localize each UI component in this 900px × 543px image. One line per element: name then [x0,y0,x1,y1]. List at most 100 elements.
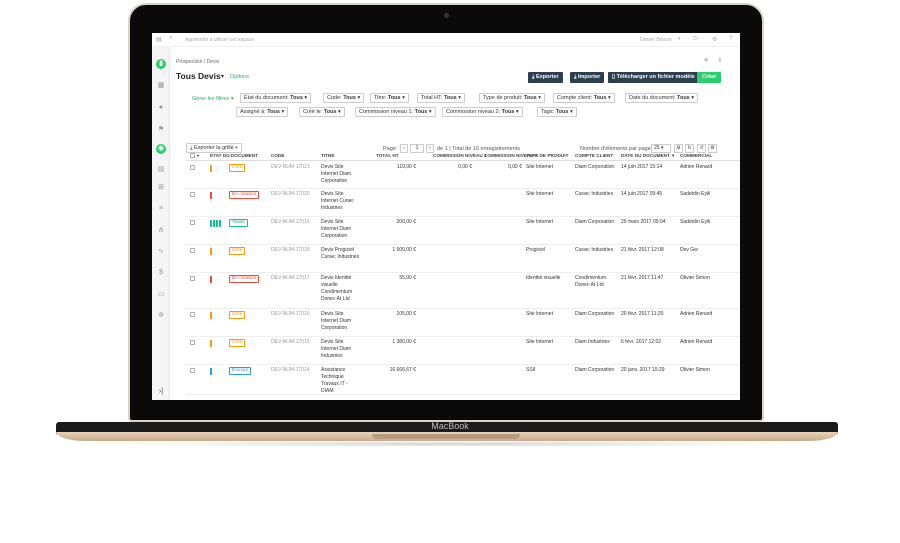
manage-filters-link[interactable]: Gérer les filtres ▾ [192,96,234,102]
title-dropdown-icon[interactable]: ▾ [221,73,224,80]
row-title[interactable]: Devis Site Internet Diam Corporation [321,164,361,185]
chevron-down-icon: ▾ [606,95,611,101]
select-all-checkbox[interactable] [190,153,195,158]
prospection-icon[interactable]: ◉ [156,144,166,154]
row-title[interactable]: Devis Site Internet Curae; Industries [321,191,361,212]
row-checkbox[interactable] [190,312,195,317]
dashboard-icon[interactable]: ▦ [156,81,166,91]
settings-icon[interactable]: ✲ [156,311,166,321]
menu-icon[interactable]: ▤ [156,36,162,43]
column-header[interactable]: DATE DU DOCUMENT [621,153,670,158]
search-icon[interactable]: ⌕ [169,35,172,42]
row-title[interactable]: Devis Identité visuelle Condimentum Done… [321,275,361,303]
filter-11[interactable]: Tags: Tous ▾ [537,107,577,117]
filter-3[interactable]: Total HT: Tous ▾ [417,93,465,103]
filter-1[interactable]: Code: Tous ▾ [323,93,365,103]
laptop-notch [372,434,520,439]
documents-icon[interactable]: ▤ [156,165,166,175]
row-checkbox[interactable] [190,248,195,253]
row-checkbox[interactable] [190,192,195,197]
row-commission-2: 0,00 € [508,164,522,170]
status-badge: Créé [229,339,246,347]
folder-icon[interactable]: ▭ [156,290,166,300]
filter-value: Tous [267,109,280,115]
chevron-down-icon: ▾ [400,95,405,101]
row-title[interactable]: Devis Site Internet Diam Industries [321,339,361,360]
row-title[interactable]: Devis Progiciel Curae; Industries [321,247,361,261]
row-commercial: Adrien Renard [680,164,713,170]
table-row[interactable]: En création DEV-NUM-17020 Devis Site Inter… [186,189,740,217]
filter-7[interactable]: Assigné à: Tous ▾ [236,107,289,117]
status-badge: Validé [229,219,248,227]
column-header[interactable]: CODE [271,153,285,158]
cart-icon[interactable]: ⊞ [156,183,166,193]
row-checkbox[interactable] [190,368,195,373]
table-row[interactable]: En création DEV-NUM-17017 Devis Identité v… [186,273,740,309]
create-button[interactable]: Créer [697,72,722,83]
analytics-icon[interactable]: ∿ [156,247,166,257]
column-header[interactable]: COMMERCIAL [680,153,712,158]
table-row[interactable]: Créé DEV-NUM-17015 Devis Site Internet Dia… [186,337,740,365]
row-title[interactable]: Devis Site Internet Diam Corporation [321,311,361,332]
row-commercial: Adrien Renard [680,339,713,345]
table-row[interactable]: Créé DEV-NUM-17016 Devis Site Internet Dia… [186,309,740,337]
column-header[interactable]: COMMISSION NIVEAU 1 [433,153,487,158]
row-client: Diam Corporation [575,311,615,317]
row-checkbox[interactable] [190,340,195,345]
table-row[interactable]: Créé DEV-NUM-17021 Devis Site Internet Dia… [186,162,740,189]
status-indicator [210,220,212,227]
user-menu[interactable]: Génier Binson [640,37,672,43]
row-client: Diam Industries [575,339,610,345]
filter-8[interactable]: Créé le: Tous ▾ [299,107,345,117]
row-checkbox[interactable] [190,165,195,170]
filter-name: Total HT: [421,95,443,101]
top-bar: ▤ ⌕ Apprendre à utiliser cet espace Géni… [152,33,740,47]
org-chart-icon[interactable]: ⋔ [156,226,166,236]
import-button[interactable]: ⤓ Importer [570,72,605,83]
power-icon[interactable]: ⏻ [693,36,698,43]
row-checkbox[interactable] [190,276,195,281]
chevron-down-icon: ▾ [427,109,432,115]
table-row[interactable]: Envoyé DEV-NUM-17014 Assistance Technique … [186,365,740,395]
column-header[interactable]: TITRE [321,153,335,158]
filter-6[interactable]: Date du document: Tous ▾ [625,93,699,103]
filter-0[interactable]: État du document: Tous ▾ [240,93,312,103]
search-input[interactable]: Apprendre à utiliser cet espace [185,37,254,43]
star-icon[interactable]: ★ [703,56,709,64]
expand-sidebar-icon[interactable]: ›| [156,387,166,397]
contacts-icon[interactable]: ● [156,103,166,113]
column-header[interactable]: ÉTAT DU DOCUMENT [210,153,258,158]
select-menu-icon[interactable]: ▾ [197,153,199,158]
row-total: 55,00 € [399,275,416,281]
column-header[interactable]: TOTAL HT [376,153,399,158]
row-checkbox[interactable] [190,220,195,225]
export-button[interactable]: ⤓ Exporter [528,72,563,83]
filter-value: Tous [501,109,515,115]
row-title[interactable]: Assistance Technique Travaux IT - DIAM [321,367,361,395]
options-link[interactable]: Options [230,74,249,80]
row-product-type: Progiciel [526,247,546,253]
filter-10[interactable]: Commission niveau 2: Tous ▾ [442,107,523,117]
app-logo-icon[interactable]: ▮ [156,59,166,69]
help-icon[interactable]: ? [729,36,732,42]
chevron-down-icon: ▾ [568,109,573,115]
sort-desc-icon[interactable]: ▾ [672,153,674,159]
filter-4[interactable]: Type de produit: Tous ▾ [479,93,546,103]
filter-value: Tous [290,95,303,101]
filter-5[interactable]: Compte client: Tous ▾ [553,93,615,103]
filter-9[interactable]: Commission niveau 1: Tous ▾ [355,107,436,117]
download-model-button[interactable]: ▯ Télécharger un fichier modèle [608,72,699,83]
opportunities-icon[interactable]: ⚑ [156,125,166,135]
row-client: Curae; Industries [575,247,614,253]
table-row[interactable]: Créé DEV-NUM-17018 Devis Progiciel Curae; … [186,245,740,273]
breadcrumb[interactable]: Prospection / Devis [176,59,219,65]
table-row[interactable]: Validé DEV-NUM-17019 Devis Site Internet D… [186,217,740,245]
column-header[interactable]: COMPTE CLIENT [575,153,613,158]
row-title[interactable]: Devis Site Internet Diam Corporation [321,219,361,240]
pin-icon[interactable]: ⇟ [717,56,723,64]
filter-2[interactable]: Titre: Tous ▾ [370,93,409,103]
list-icon[interactable]: ≡ [156,204,166,214]
finance-icon[interactable]: $ [156,268,166,278]
gear-icon[interactable]: ⚙ [712,36,717,43]
column-header[interactable]: TYPE DE PRODUIT [526,153,568,158]
